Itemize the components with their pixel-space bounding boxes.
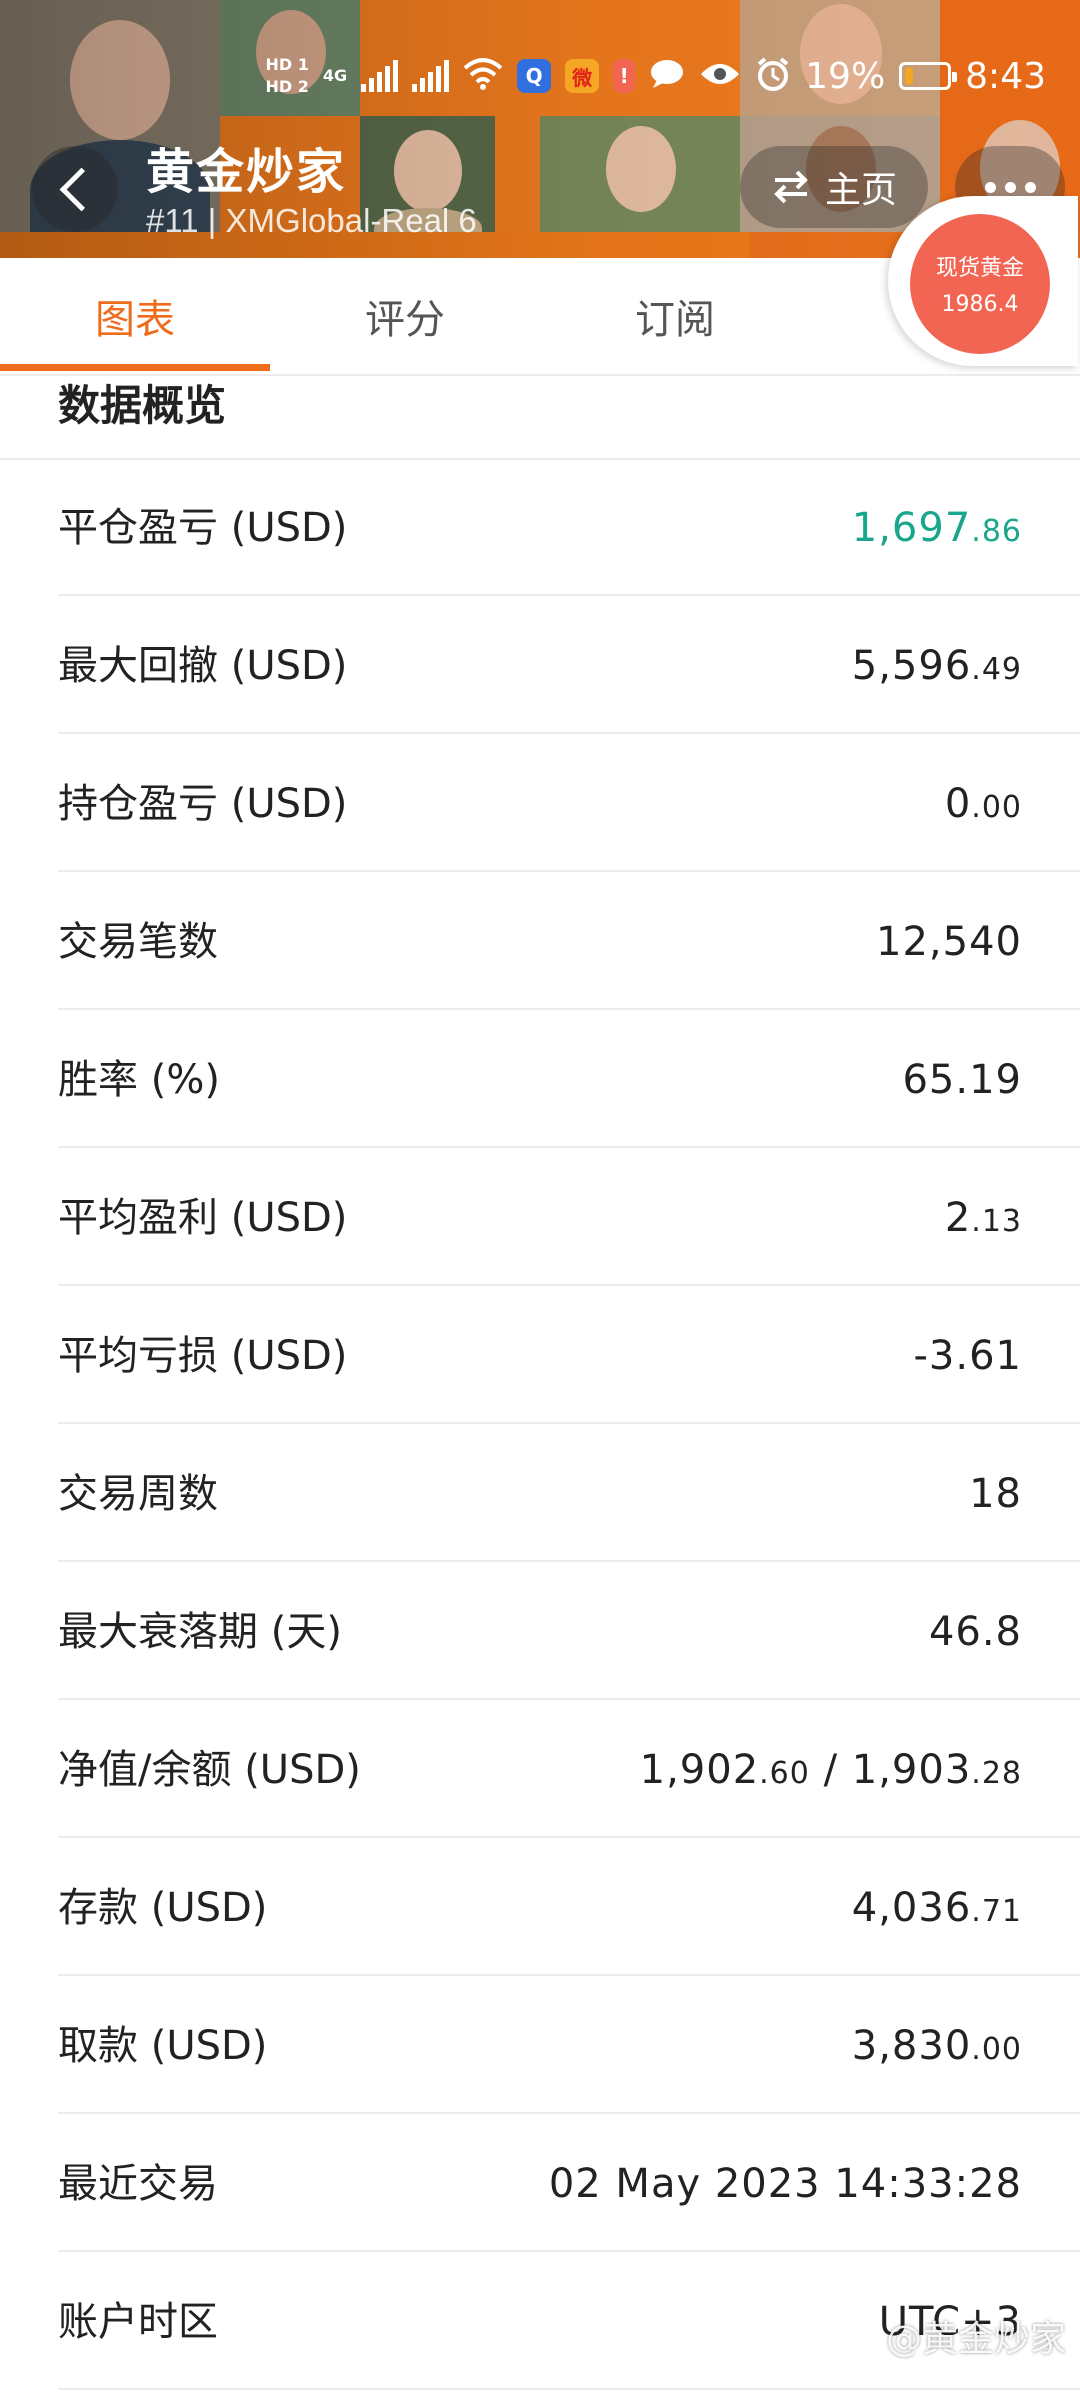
stat-label: 存款 (USD) [58,1885,268,1931]
page-title: 黄金炒家 [146,144,347,200]
spot-gold-price-badge[interactable]: 现货黄金 1986.4 [888,196,1078,366]
tab-subscribe[interactable]: 订阅 [540,258,810,374]
watermark: @黄金炒家 [885,2319,1066,2360]
stat-value-main: 46.8 [928,1609,1022,1655]
tab-rating[interactable]: 评分 [270,258,540,374]
stat-label: 净值/余额 (USD) [58,1747,361,1793]
price-badge-name: 现货黄金 [935,256,1024,281]
stat-value-main: 18 [969,1471,1022,1517]
battery-percent: 19% [805,55,886,97]
stat-label: 持仓盈亏 (USD) [58,781,348,827]
stat-row: 交易笔数 12,540 [58,874,1080,1010]
stat-value-main: 02 May 2023 14:33:28 [548,2161,1022,2207]
stat-value-main: 1,697 [851,505,972,551]
stat-row: 净值/余额 (USD) 1,902.60 / 1,903.28 [58,1702,1080,1838]
stat-value: 18 [969,1426,1022,1562]
stat-label: 最近交易 [58,2161,218,2207]
tab-chart[interactable]: 图表 [0,258,270,374]
app-notification-icon: Q [517,59,552,93]
status-bar: HD 1 HD 2 4G Q 微 ! 19% 8:43 [266,48,1047,104]
stat-value-main-2: 1,903 [851,1747,972,1793]
stat-value: -3.61 [914,1288,1023,1424]
alert-icon: ! [613,59,636,93]
stat-row: 平均亏损 (USD) -3.61 [58,1288,1080,1424]
battery-icon [899,62,958,90]
stat-label: 交易笔数 [58,919,218,965]
signal-bars-2-icon [412,60,450,92]
stat-value: 2.13 [945,1150,1022,1286]
alarm-icon [755,56,791,96]
stat-value-decimals: .71 [971,1894,1022,1929]
stat-value: 5,596.49 [852,598,1022,734]
stat-value-decimals: .60 [759,1756,810,1791]
stat-value-main: 5,596 [851,643,972,689]
stat-row: 胜率 (%) 65.19 [58,1012,1080,1148]
wifi-icon [463,58,503,94]
stat-row: 存款 (USD) 4,036.71 [58,1840,1080,1976]
stat-row: 取款 (USD) 3,830.00 [58,1978,1080,2114]
account-subtitle: #11 | XMGlobal-Real 6 [146,202,477,239]
stat-row: 持仓盈亏 (USD) 0.00 [58,736,1080,872]
stat-value-main: 4,036 [851,1885,972,1931]
stat-value-decimals: .49 [971,652,1022,687]
stat-row: 最大衰落期 (天) 46.8 [58,1564,1080,1700]
stat-label: 平均亏损 (USD) [58,1333,348,1379]
active-tab-indicator [0,364,270,371]
section-title: 数据概览 [58,381,227,430]
stat-value: 46.8 [929,1564,1022,1700]
stat-label: 胜率 (%) [58,1057,220,1103]
stat-value-decimals-2: .28 [971,1756,1022,1791]
sim-indicators: HD 1 HD 2 [266,56,309,96]
network-type: 4G [322,66,348,85]
price-badge-disc: 现货黄金 1986.4 [910,214,1050,354]
stat-value-separator: / [809,1747,852,1793]
stat-value: 3,830.00 [852,1978,1022,2114]
stat-value: 65.19 [902,1012,1022,1148]
stat-value-main: 12,540 [876,919,1022,965]
stats-list: 平仓盈亏 (USD) 1,697.86 最大回撤 (USD) 5,596.49 持仓盈亏… [58,460,1080,2392]
stat-value-decimals: .86 [971,514,1022,549]
stat-value-main: -3.61 [913,1333,1022,1379]
stat-value-main: 1,902 [639,1747,760,1793]
sim1-label: HD 1 [265,55,309,74]
stat-value-decimals: .00 [971,2032,1022,2067]
clock: 8:43 [965,55,1046,97]
stat-value: 02 May 2023 14:33:28 [549,2116,1022,2252]
stat-value-main: 2 [944,1195,972,1241]
stat-row: 最近交易 02 May 2023 14:33:28 [58,2116,1080,2252]
stat-row: 最大回撤 (USD) 5,596.49 [58,598,1080,734]
back-button[interactable] [32,146,118,232]
stat-value-main: 65.19 [902,1057,1022,1103]
stat-value: 1,697.86 [852,460,1022,596]
swap-arrows-icon [771,169,811,205]
stat-value-decimals: .00 [971,790,1022,825]
stat-label: 平仓盈亏 (USD) [58,505,348,551]
stat-value-main: 0 [944,781,972,827]
home-button[interactable]: 主页 [740,146,928,228]
stat-value-decimals: .13 [971,1204,1022,1239]
chat-bubble-icon [649,58,685,94]
stat-label: 最大回撤 (USD) [58,643,348,689]
home-button-label: 主页 [824,170,897,211]
stat-label: 最大衰落期 (天) [58,1609,342,1655]
stat-value-main: 3,830 [851,2023,972,2069]
signal-bars-icon [361,60,399,92]
stat-row: 交易周数 18 [58,1426,1080,1562]
stat-label: 账户时区 [58,2299,218,2345]
eye-icon [699,60,741,92]
sim2-label: HD 2 [265,77,309,96]
back-arrow-icon [59,167,103,211]
stat-label: 取款 (USD) [58,2023,268,2069]
stat-value: 1,902.60 / 1,903.28 [640,1702,1022,1838]
stat-value: 12,540 [876,874,1022,1010]
stat-value: 4,036.71 [852,1840,1022,1976]
stat-row: 平仓盈亏 (USD) 1,697.86 [58,460,1080,596]
stat-value: 0.00 [945,736,1022,872]
stat-row: 平均盈利 (USD) 2.13 [58,1150,1080,1286]
stat-label: 交易周数 [58,1471,218,1517]
stat-label: 平均盈利 (USD) [58,1195,348,1241]
price-badge-value: 1986.4 [941,292,1019,317]
weibo-icon: 微 [565,59,600,93]
